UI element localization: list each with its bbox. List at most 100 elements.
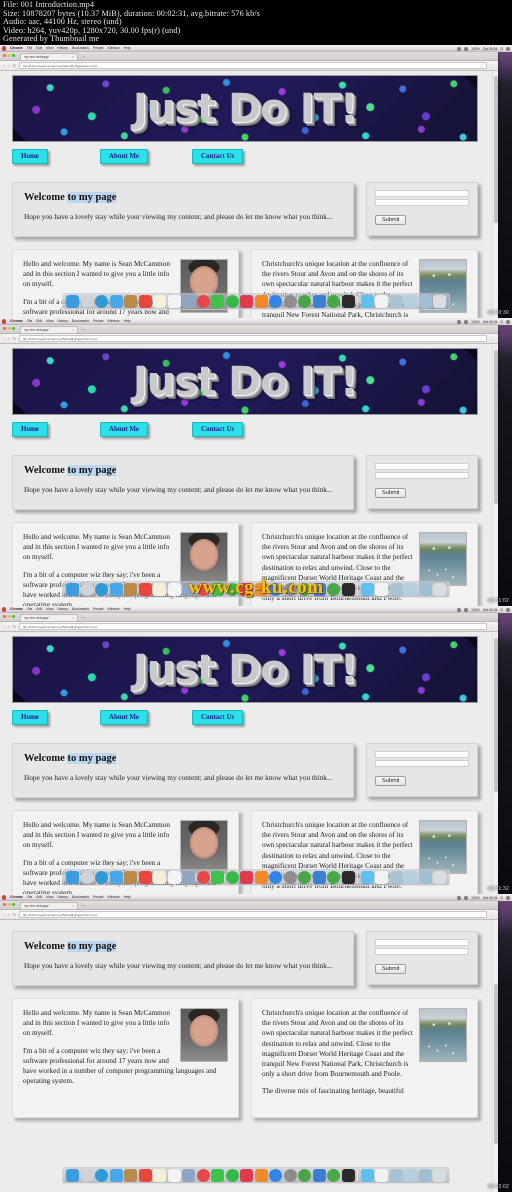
- trash-icon[interactable]: [433, 583, 446, 596]
- submit-button[interactable]: Submit: [375, 776, 407, 786]
- maximize-window-button[interactable]: [12, 327, 15, 330]
- terminal-icon[interactable]: [341, 295, 355, 308]
- forward-button[interactable]: ›: [8, 622, 9, 632]
- folder3-icon[interactable]: [418, 871, 432, 884]
- trash-icon[interactable]: [433, 1169, 446, 1182]
- close-tab-icon[interactable]: ×: [72, 328, 74, 332]
- menu-item-chrome[interactable]: Chrome: [10, 318, 23, 325]
- menu-item-window[interactable]: Window: [108, 45, 120, 52]
- preview-icon[interactable]: [182, 583, 195, 596]
- chrome-canary-icon[interactable]: [327, 871, 340, 884]
- facetime-icon[interactable]: [225, 583, 239, 596]
- downloads-icon[interactable]: [360, 583, 374, 596]
- xcode-icon[interactable]: [312, 295, 326, 308]
- menu-item-window[interactable]: Window: [108, 606, 120, 613]
- nav-button-contact-us[interactable]: Contact Us: [192, 710, 244, 725]
- menu-item-bookmarks[interactable]: Bookmarks: [72, 606, 89, 613]
- launchpad-icon[interactable]: [80, 295, 94, 308]
- nav-button-contact-us[interactable]: Contact Us: [192, 149, 244, 164]
- nav-button-home[interactable]: Home: [12, 149, 48, 164]
- facetime-icon[interactable]: [225, 871, 239, 884]
- bookmark-star-icon[interactable]: ☆: [480, 625, 483, 629]
- form-field-2[interactable]: [375, 199, 469, 206]
- menu-item-help[interactable]: Help: [124, 318, 131, 325]
- close-tab-icon[interactable]: ×: [72, 616, 74, 620]
- xcode-icon[interactable]: [312, 1169, 326, 1182]
- menu-item-history[interactable]: History: [57, 45, 68, 52]
- settings-icon[interactable]: [283, 583, 297, 596]
- trash-icon[interactable]: [433, 295, 446, 308]
- new-tab-button[interactable]: +: [80, 53, 86, 60]
- safari-icon[interactable]: [95, 295, 108, 308]
- back-button[interactable]: ‹: [4, 334, 5, 344]
- scrollbar-thumb[interactable]: [494, 637, 498, 793]
- downloads-icon[interactable]: [360, 1169, 374, 1182]
- folder2-icon[interactable]: [404, 583, 417, 596]
- calendar-icon[interactable]: [138, 1169, 152, 1182]
- menu-item-file[interactable]: File: [27, 606, 32, 613]
- nav-button-home[interactable]: Home: [12, 422, 48, 437]
- battery-icon[interactable]: [464, 895, 469, 900]
- chrome-canary-icon[interactable]: [327, 295, 340, 308]
- terminal-icon[interactable]: [341, 583, 355, 596]
- chrome-canary-icon[interactable]: [327, 583, 340, 596]
- browser-menu-icon[interactable]: ⋮: [490, 336, 494, 341]
- minimize-window-button[interactable]: [7, 54, 11, 57]
- messages-icon[interactable]: [211, 295, 224, 308]
- downloads-icon[interactable]: [360, 295, 374, 308]
- calendar-icon[interactable]: [138, 583, 152, 596]
- reminders-icon[interactable]: [167, 871, 181, 884]
- menu-item-edit[interactable]: Edit: [36, 606, 42, 613]
- messages-icon[interactable]: [211, 583, 224, 596]
- finder-icon[interactable]: [66, 583, 79, 596]
- search-icon[interactable]: [506, 895, 510, 900]
- facetime-icon[interactable]: [225, 295, 239, 308]
- submit-button[interactable]: Submit: [375, 964, 407, 974]
- menu-item-history[interactable]: History: [57, 894, 68, 901]
- apple-logo-icon[interactable]: [2, 607, 6, 612]
- nav-button-about-me[interactable]: About Me: [99, 149, 149, 164]
- submit-button[interactable]: Submit: [375, 215, 407, 225]
- chrome-icon[interactable]: [298, 871, 311, 884]
- page-scrollbar[interactable]: [492, 920, 498, 1192]
- folder2-icon[interactable]: [404, 1169, 417, 1182]
- browser-menu-icon[interactable]: ⋮: [490, 624, 494, 629]
- menu-item-chrome[interactable]: Chrome: [10, 45, 23, 52]
- menu-item-people[interactable]: People: [93, 894, 104, 901]
- terminal-icon[interactable]: [341, 871, 355, 884]
- form-field-1[interactable]: [375, 751, 469, 758]
- chrome-icon[interactable]: [298, 583, 311, 596]
- battery-icon[interactable]: [464, 319, 469, 324]
- back-button[interactable]: ‹: [4, 910, 5, 920]
- browser-tab[interactable]: my new webpage ×: [20, 325, 78, 333]
- submit-button[interactable]: Submit: [375, 488, 407, 498]
- finder-icon[interactable]: [66, 871, 79, 884]
- forward-button[interactable]: ›: [8, 61, 9, 71]
- folder-icon[interactable]: [389, 295, 403, 308]
- document-icon[interactable]: [375, 583, 388, 596]
- photos-icon[interactable]: [196, 295, 210, 308]
- settings-icon[interactable]: [283, 1169, 297, 1182]
- mail-icon[interactable]: [109, 871, 123, 884]
- contacts-icon[interactable]: [124, 1169, 137, 1182]
- search-icon[interactable]: [506, 607, 510, 612]
- close-window-button[interactable]: [3, 327, 6, 330]
- notes-icon[interactable]: [153, 295, 166, 308]
- document-icon[interactable]: [375, 871, 388, 884]
- preview-icon[interactable]: [182, 871, 195, 884]
- scrollbar-thumb[interactable]: [494, 349, 498, 505]
- page-scrollbar[interactable]: [492, 344, 498, 606]
- appstore-icon[interactable]: [269, 871, 282, 884]
- bookmark-star-icon[interactable]: ☆: [480, 337, 483, 341]
- safari-icon[interactable]: [95, 1169, 108, 1182]
- appstore-icon[interactable]: [269, 295, 282, 308]
- messages-icon[interactable]: [211, 1169, 224, 1182]
- nav-button-about-me[interactable]: About Me: [99, 422, 149, 437]
- browser-tab[interactable]: my new webpage ×: [20, 52, 78, 60]
- trash-icon[interactable]: [433, 871, 446, 884]
- wifi-icon[interactable]: [457, 895, 462, 900]
- finder-icon[interactable]: [66, 295, 79, 308]
- notes-icon[interactable]: [153, 871, 166, 884]
- folder2-icon[interactable]: [404, 295, 417, 308]
- photos-icon[interactable]: [196, 583, 210, 596]
